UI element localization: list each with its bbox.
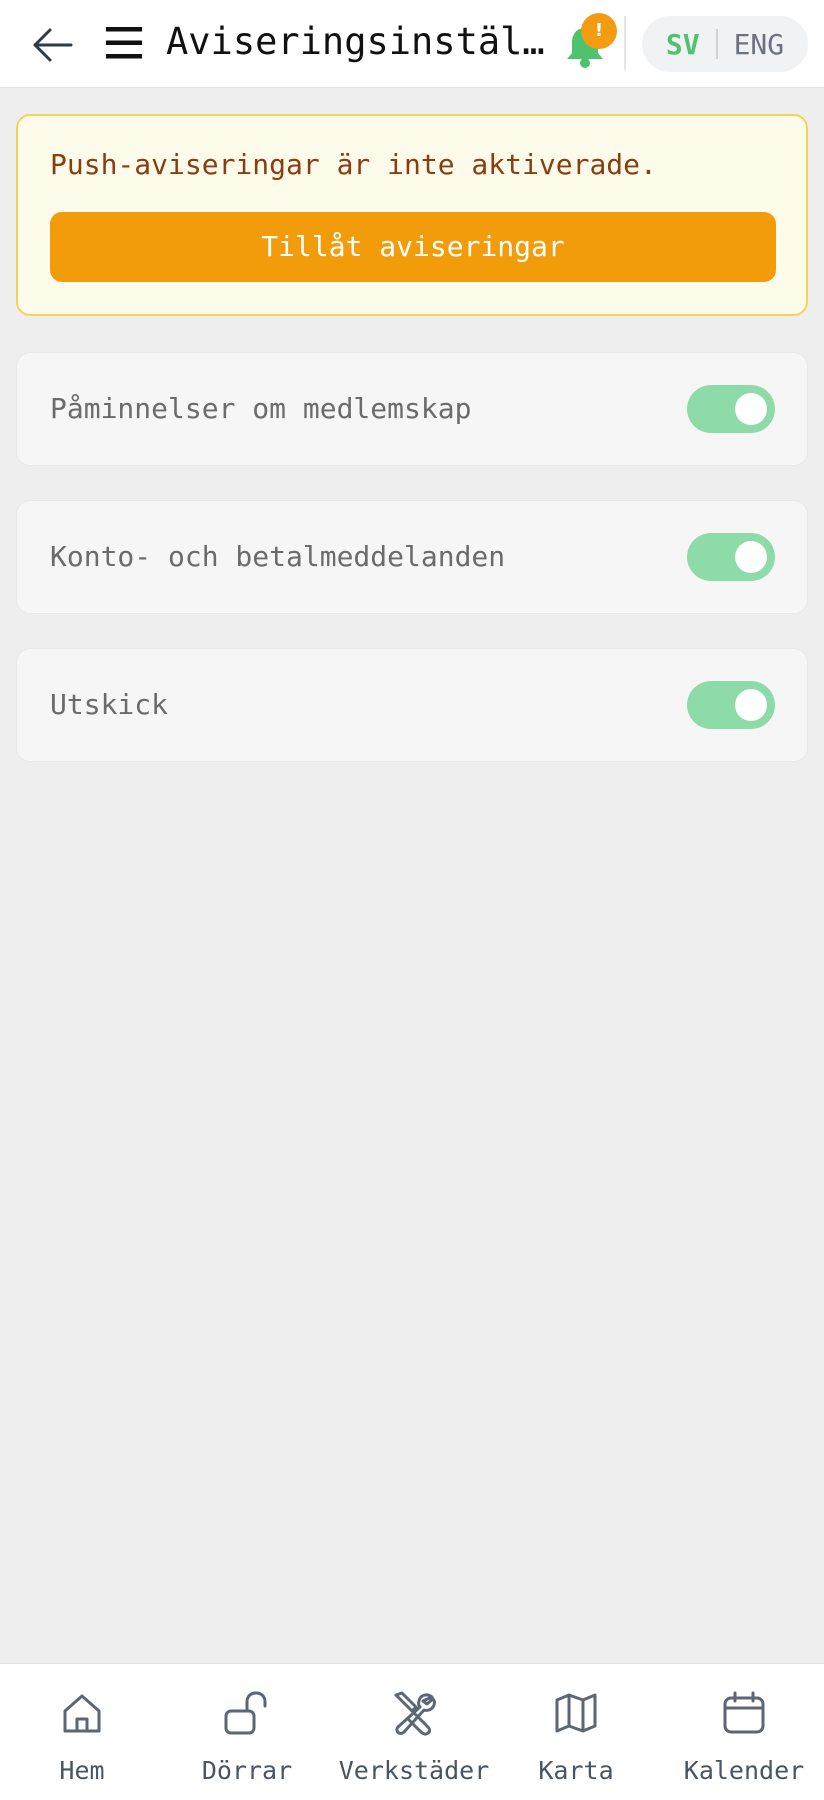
menu-button[interactable] bbox=[103, 22, 145, 64]
toggle-knob bbox=[735, 541, 767, 573]
bottom-navigation: Hem Dörrar Verkstäder Karta Kalender bbox=[0, 1663, 824, 1800]
hamburger-menu-icon bbox=[106, 27, 142, 59]
app-root: Aviseringsinställningar ! SV ENG Push-av… bbox=[0, 0, 824, 1800]
push-disabled-alert: Push-aviseringar är inte aktiverade. Til… bbox=[16, 114, 808, 316]
nav-label: Verkstäder bbox=[338, 1756, 490, 1785]
language-option-sv[interactable]: SV bbox=[660, 28, 716, 61]
setting-card-newsletters: Utskick bbox=[16, 648, 808, 762]
nav-item-workshops[interactable]: Verkstäder bbox=[336, 1664, 492, 1800]
setting-label: Utskick bbox=[50, 688, 169, 721]
arrow-left-icon bbox=[33, 28, 73, 62]
setting-card-account-payment: Konto- och betalmeddelanden bbox=[16, 500, 808, 614]
page-title: Aviseringsinställningar bbox=[166, 20, 564, 63]
nav-label: Hem bbox=[59, 1756, 105, 1785]
setting-label: Konto- och betalmeddelanden bbox=[50, 540, 506, 573]
unlock-icon bbox=[224, 1691, 267, 1735]
header-divider bbox=[624, 16, 626, 70]
alert-message: Push-aviseringar är inte aktiverade. bbox=[50, 148, 657, 181]
map-icon bbox=[555, 1693, 597, 1733]
nav-label: Karta bbox=[538, 1756, 614, 1785]
setting-label: Påminnelser om medlemskap bbox=[50, 392, 472, 425]
notification-badge: ! bbox=[581, 13, 617, 49]
top-app-bar: Aviseringsinställningar ! SV ENG bbox=[0, 0, 824, 88]
language-option-eng[interactable]: ENG bbox=[718, 28, 791, 61]
newsletters-toggle[interactable] bbox=[687, 681, 775, 729]
toggle-knob bbox=[735, 393, 767, 425]
account-payment-toggle[interactable] bbox=[687, 533, 775, 581]
calendar-icon bbox=[723, 1691, 765, 1734]
nav-item-calendar[interactable]: Kalender bbox=[682, 1664, 806, 1800]
nav-label: Dörrar bbox=[201, 1756, 293, 1785]
nav-label: Kalender bbox=[683, 1756, 805, 1785]
setting-card-membership-reminders: Påminnelser om medlemskap bbox=[16, 352, 808, 466]
back-button[interactable] bbox=[30, 22, 76, 68]
allow-notifications-button[interactable]: Tillåt aviseringar bbox=[50, 212, 776, 282]
tools-icon bbox=[394, 1691, 436, 1736]
language-toggle: SV ENG bbox=[642, 16, 808, 72]
toggle-knob bbox=[735, 689, 767, 721]
nav-item-home[interactable]: Hem bbox=[40, 1664, 124, 1800]
nav-item-doors[interactable]: Dörrar bbox=[196, 1664, 298, 1800]
nav-item-map[interactable]: Karta bbox=[530, 1664, 622, 1800]
home-icon bbox=[63, 1694, 101, 1733]
membership-reminders-toggle[interactable] bbox=[687, 385, 775, 433]
